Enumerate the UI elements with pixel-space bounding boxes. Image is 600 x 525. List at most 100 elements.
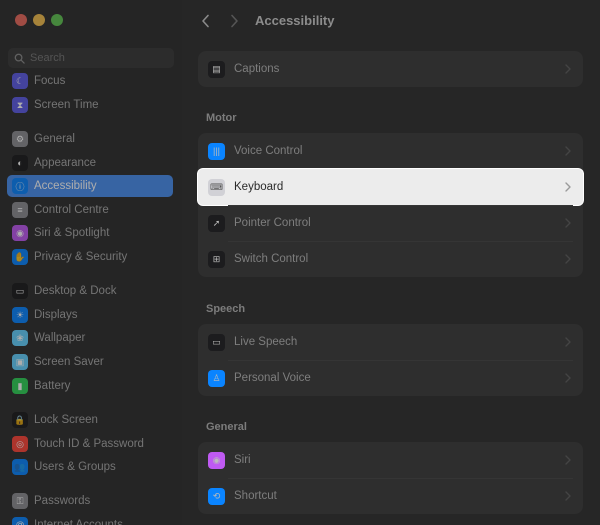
switch-control-icon: ⊞ — [208, 250, 225, 268]
chevron-left-icon — [201, 14, 209, 28]
at-icon: @ — [12, 517, 28, 525]
hourglass-icon: ⧗ — [12, 97, 28, 113]
section-header-speech: Speech — [206, 303, 246, 315]
sidebar-item-passwords[interactable]: ⚿ Passwords — [7, 490, 173, 512]
settings-row-label: Switch Control — [234, 253, 309, 265]
sidebar-item-siri-spotlight[interactable]: ◉ Siri & Spotlight — [7, 222, 173, 244]
sidebar-item-users-groups[interactable]: 👥 Users & Groups — [7, 456, 173, 478]
accessibility-icon: ⓘ — [12, 178, 28, 194]
sidebar-item-label: Users & Groups — [34, 461, 116, 473]
settings-row-label: Personal Voice — [234, 372, 311, 384]
sidebar-item-label: Privacy & Security — [34, 251, 128, 263]
fingerprint-icon: ◎ — [12, 436, 28, 452]
sidebar-item-screen-saver[interactable]: ▣ Screen Saver — [7, 351, 173, 373]
settings-row-voice-control[interactable]: ||| Voice Control — [198, 133, 583, 169]
search-icon — [14, 53, 25, 64]
sidebar-item-desktop-dock[interactable]: ▭ Desktop & Dock — [7, 280, 173, 302]
screen-saver-icon: ▣ — [12, 354, 28, 370]
shortcut-icon: ⟲ — [208, 487, 225, 505]
sidebar-item-label: Touch ID & Password — [34, 438, 144, 450]
sidebar-item-accessibility[interactable]: ⓘ Accessibility — [7, 175, 173, 197]
settings-row-keyboard[interactable]: ⌨ Keyboard — [198, 169, 583, 205]
sidebar-item-label: Appearance — [34, 157, 97, 169]
sidebar-item-battery[interactable]: ▮ Battery — [7, 375, 173, 397]
lock-icon: 🔒 — [12, 412, 28, 428]
keyboard-icon: ⌨ — [208, 178, 225, 196]
battery-icon: ▮ — [12, 378, 28, 394]
section-header-motor: Motor — [206, 112, 237, 124]
sidebar-item-label: Passwords — [34, 495, 91, 507]
sidebar-item-general[interactable]: ⚙ General — [7, 128, 173, 150]
sidebar-item-displays[interactable]: ☀ Displays — [7, 304, 173, 326]
sidebar-item-label: Lock Screen — [34, 414, 98, 426]
sidebar-item-label: Desktop & Dock — [34, 285, 117, 297]
control-centre-icon: ≡ — [12, 202, 28, 218]
chevron-right-icon — [565, 182, 571, 192]
main-pane: Accessibility ▤ Captions Motor ||| Voice Con… — [182, 0, 600, 525]
sidebar-item-wallpaper[interactable]: ❀ Wallpaper — [7, 327, 173, 349]
sidebar-item-touch-id-password[interactable]: ◎ Touch ID & Password — [7, 433, 173, 455]
sidebar-item-label: Displays — [34, 309, 78, 321]
sidebar-item-label: Wallpaper — [34, 332, 86, 344]
search-input[interactable] — [30, 52, 170, 64]
settings-row-pointer-control[interactable]: ➚ Pointer Control — [198, 205, 583, 241]
sidebar-item-privacy-security[interactable]: ✋ Privacy & Security — [7, 246, 173, 268]
sidebar-item-label: General — [34, 133, 75, 145]
chevron-right-icon — [565, 218, 571, 228]
users-icon: 👥 — [12, 459, 28, 475]
chevron-right-icon — [565, 491, 571, 501]
settings-row-personal-voice[interactable]: ♙ Personal Voice — [198, 360, 583, 396]
live-speech-icon: ▭ — [208, 333, 225, 351]
settings-row-label: Shortcut — [234, 490, 277, 502]
chevron-right-icon — [230, 14, 238, 28]
chevron-right-icon — [565, 254, 571, 264]
settings-row-shortcut[interactable]: ⟲ Shortcut — [198, 478, 583, 514]
sidebar-item-appearance[interactable]: ◐ Appearance — [7, 152, 173, 174]
chevron-right-icon — [565, 455, 571, 465]
pointer-icon: ➚ — [208, 214, 225, 232]
voice-control-icon: ||| — [208, 142, 225, 160]
appearance-icon: ◐ — [12, 155, 28, 171]
siri-icon: ◉ — [12, 225, 28, 241]
settings-row-label: Voice Control — [234, 145, 303, 157]
chevron-right-icon — [565, 373, 571, 383]
settings-row-switch-control[interactable]: ⊞ Switch Control — [198, 241, 583, 277]
back-button[interactable] — [196, 11, 214, 31]
sidebar-item-lock-screen[interactable]: 🔒 Lock Screen — [7, 409, 173, 431]
hand-icon: ✋ — [12, 249, 28, 265]
zoom-window-button[interactable] — [51, 14, 63, 26]
sidebar-item-label: Battery — [34, 380, 71, 392]
settings-row-label: Siri — [234, 454, 251, 466]
settings-row-live-speech[interactable]: ▭ Live Speech — [198, 324, 583, 360]
sidebar-item-focus[interactable]: ☾ Focus — [7, 70, 173, 92]
sidebar-item-label: Control Centre — [34, 204, 109, 216]
chevron-right-icon — [565, 64, 571, 74]
section-header-general: General — [206, 421, 247, 433]
settings-row-captions[interactable]: ▤ Captions — [198, 51, 583, 87]
sidebar-item-label: Focus — [34, 75, 66, 87]
search-field[interactable] — [8, 48, 174, 68]
minimize-window-button[interactable] — [33, 14, 45, 26]
sidebar-item-label: Siri & Spotlight — [34, 227, 110, 239]
settings-row-siri[interactable]: ◉ Siri — [198, 442, 583, 478]
key-icon: ⚿ — [12, 493, 28, 509]
sidebar-item-internet-accounts[interactable]: @ Internet Accounts — [7, 514, 173, 525]
sidebar-item-label: Screen Saver — [34, 356, 104, 368]
gear-icon: ⚙ — [12, 131, 28, 147]
captions-icon: ▤ — [208, 60, 225, 78]
settings-row-label: Keyboard — [234, 181, 284, 193]
forward-button[interactable] — [225, 11, 243, 31]
page-title: Accessibility — [255, 13, 335, 28]
settings-row-label: Captions — [234, 63, 280, 75]
personal-voice-icon: ♙ — [208, 369, 225, 387]
settings-row-label: Pointer Control — [234, 217, 311, 229]
sidebar-item-control-centre[interactable]: ≡ Control Centre — [7, 199, 173, 221]
dock-icon: ▭ — [12, 283, 28, 299]
sidebar-item-label: Accessibility — [34, 180, 97, 192]
sidebar-item-label: Internet Accounts — [34, 519, 123, 525]
sidebar: ☾ Focus ⧗ Screen Time ⚙ General ◐ Appearance ⓘ Ac… — [0, 0, 182, 525]
close-window-button[interactable] — [15, 14, 27, 26]
settings-row-label: Live Speech — [234, 336, 298, 348]
siri-icon: ◉ — [208, 451, 225, 469]
sidebar-item-screen-time[interactable]: ⧗ Screen Time — [7, 94, 173, 116]
